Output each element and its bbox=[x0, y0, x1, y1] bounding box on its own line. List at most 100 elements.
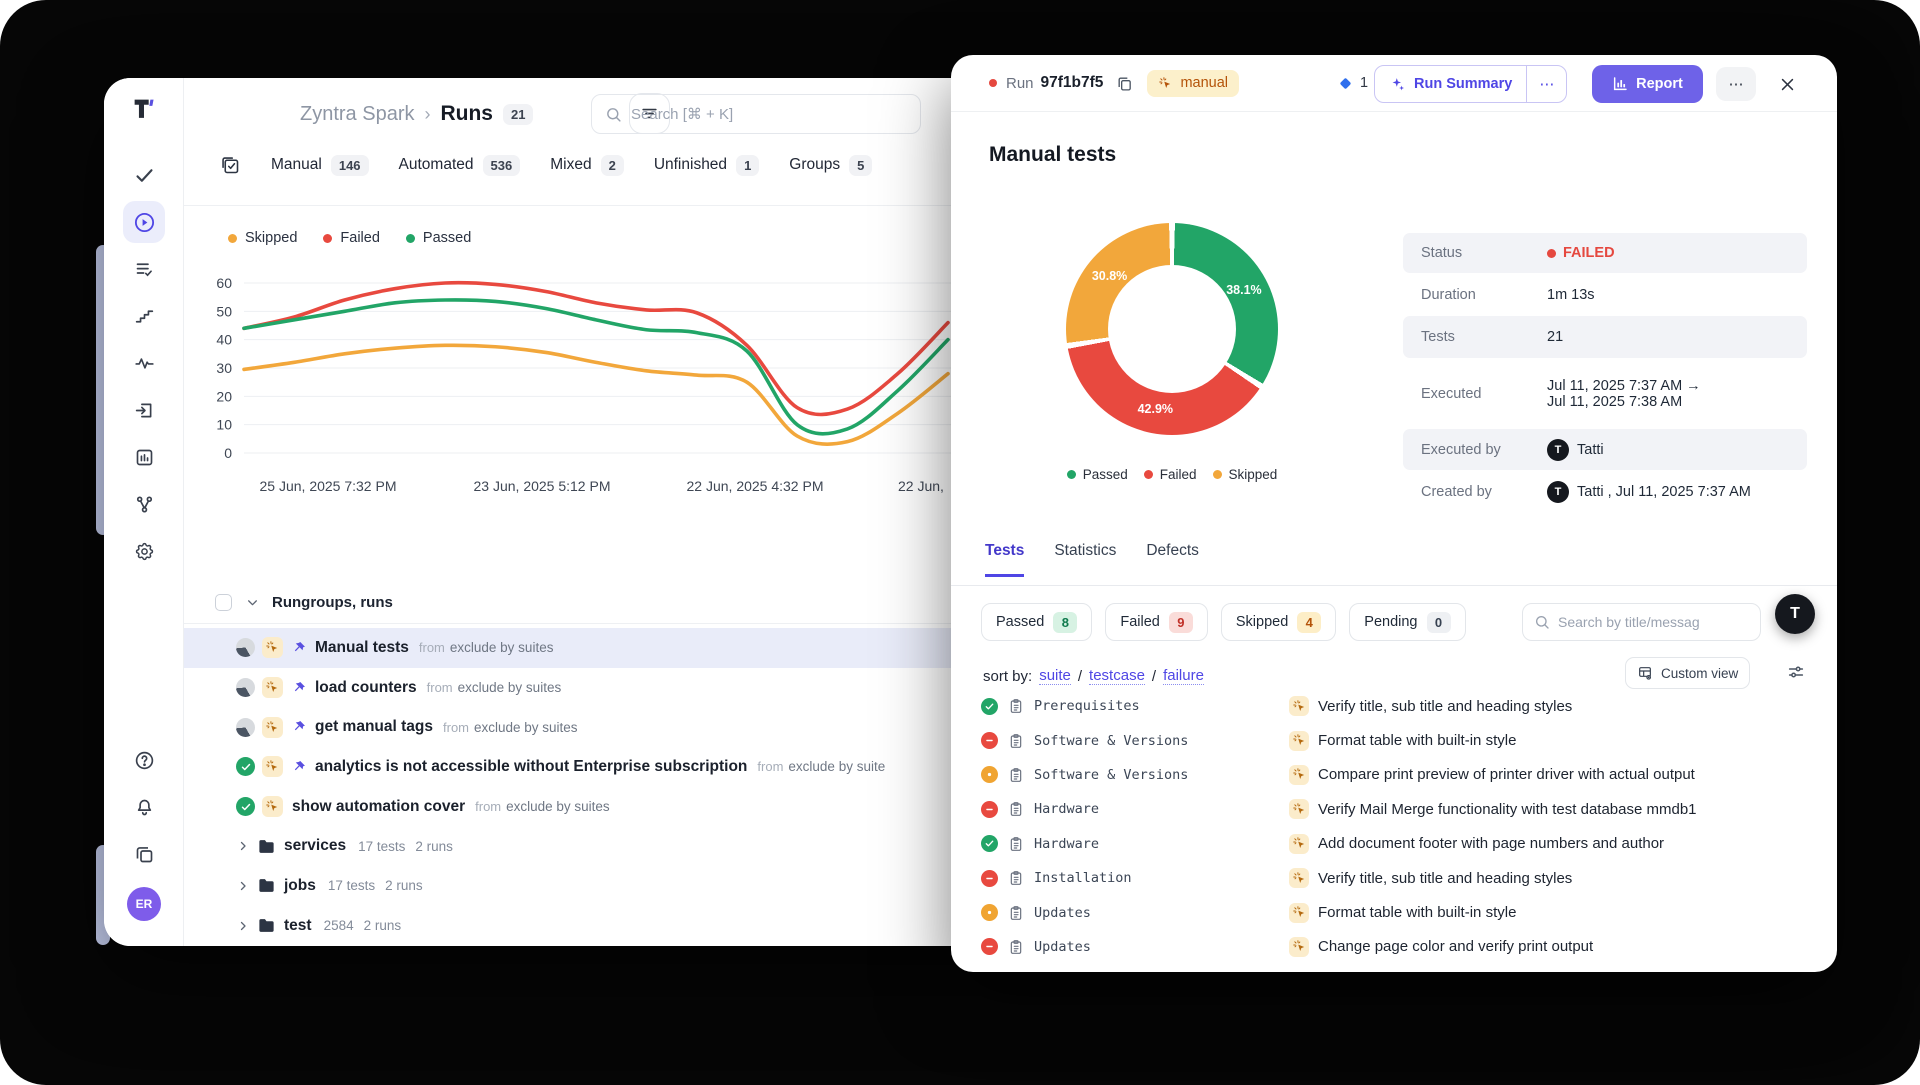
detail-value: Jul 11, 2025 7:37 AM →Jul 11, 2025 7:38 … bbox=[1547, 378, 1701, 410]
sidebar-item-settings[interactable] bbox=[130, 537, 158, 565]
test-suite-cell: Hardware bbox=[981, 801, 1289, 818]
help-icon[interactable] bbox=[130, 746, 158, 774]
test-title[interactable]: Compare print preview of printer driver … bbox=[1318, 766, 1695, 783]
test-suite-name: Software & Versions bbox=[1034, 733, 1188, 749]
run-type-tab[interactable]: Automated 536 bbox=[399, 155, 521, 176]
projects-copies-icon[interactable] bbox=[130, 840, 158, 868]
folder-name[interactable]: jobs bbox=[284, 877, 316, 895]
folder-name[interactable]: test bbox=[284, 917, 312, 935]
test-title[interactable]: Verify title, sub title and heading styl… bbox=[1318, 870, 1572, 887]
manual-test-icon bbox=[1289, 834, 1309, 854]
pin-icon[interactable] bbox=[292, 720, 306, 734]
custom-view-button[interactable]: Custom view bbox=[1625, 657, 1750, 689]
pin-icon[interactable] bbox=[292, 760, 306, 774]
run-status-icon bbox=[236, 718, 255, 737]
sidebar-item-test-plans[interactable] bbox=[130, 255, 158, 283]
svg-text:40: 40 bbox=[216, 332, 232, 348]
jira-issue-indicator[interactable]: 1 bbox=[1337, 75, 1368, 92]
run-label: Run bbox=[1006, 75, 1034, 92]
notifications-bell-icon[interactable] bbox=[130, 793, 158, 821]
sidebar-item-analytics[interactable] bbox=[130, 443, 158, 471]
test-row[interactable]: Updates Format table with built-in style bbox=[951, 895, 1837, 929]
test-title[interactable]: Change page color and verify print outpu… bbox=[1318, 938, 1593, 955]
tab-count-badge: 1 bbox=[736, 155, 759, 176]
breadcrumb-project[interactable]: Zyntra Spark bbox=[300, 103, 414, 126]
close-icon[interactable] bbox=[1775, 72, 1799, 96]
expand-chevron-icon[interactable] bbox=[237, 840, 249, 852]
runs-line-chart: 605040302010025 Jun, 2025 7:32 PM23 Jun,… bbox=[184, 208, 1064, 518]
sort-by-failure-link[interactable]: failure bbox=[1163, 667, 1204, 685]
expand-chevron-icon[interactable] bbox=[237, 920, 249, 932]
sort-by-suite-link[interactable]: suite bbox=[1039, 667, 1071, 685]
test-title[interactable]: Format table with built-in style bbox=[1318, 732, 1516, 749]
tests-search-input[interactable]: Search by title/messag bbox=[1522, 603, 1761, 641]
status-filter-button[interactable]: Failed 9 bbox=[1105, 603, 1208, 641]
copy-icon[interactable] bbox=[1116, 75, 1133, 92]
panel-more-button[interactable]: ⋯ bbox=[1716, 67, 1756, 101]
run-summary-more-button[interactable]: ⋯ bbox=[1526, 66, 1566, 102]
run-title[interactable]: Manual tests bbox=[315, 639, 409, 657]
select-all-checkbox[interactable] bbox=[215, 594, 232, 611]
status-filter-button[interactable]: Skipped 4 bbox=[1221, 603, 1336, 641]
panel-tab[interactable]: Defects bbox=[1146, 542, 1199, 577]
status-filter-button[interactable]: Pending 0 bbox=[1349, 603, 1465, 641]
jira-count: 1 bbox=[1360, 75, 1368, 91]
test-row[interactable]: Software & Versions Compare print previe… bbox=[951, 758, 1837, 792]
test-title[interactable]: Format table with built-in style bbox=[1318, 904, 1516, 921]
assistant-avatar-button[interactable]: T bbox=[1775, 594, 1815, 634]
run-status-icon bbox=[236, 678, 255, 697]
run-type-tab[interactable]: Mixed 2 bbox=[550, 155, 624, 176]
panel-tab[interactable]: Tests bbox=[985, 542, 1024, 577]
pin-icon[interactable] bbox=[292, 681, 306, 695]
test-title[interactable]: Add document footer with page numbers an… bbox=[1318, 835, 1664, 852]
test-title[interactable]: Verify Mail Merge functionality with tes… bbox=[1318, 801, 1697, 818]
sidebar-item-runs[interactable] bbox=[123, 201, 165, 243]
sidebar-item-pulse[interactable] bbox=[130, 349, 158, 377]
run-summary-button[interactable]: Run Summary bbox=[1375, 66, 1526, 102]
test-row[interactable]: Updates Change page color and verify pri… bbox=[951, 930, 1837, 964]
run-type-tab[interactable]: Unfinished 1 bbox=[654, 155, 759, 176]
collapse-chevron-icon[interactable] bbox=[246, 596, 259, 609]
run-type-tab[interactable]: Manual 146 bbox=[271, 155, 369, 176]
test-row[interactable]: Prerequisites Verify title, sub title an… bbox=[951, 689, 1837, 723]
sidebar-item-import[interactable] bbox=[130, 396, 158, 424]
app-logo-icon[interactable] bbox=[104, 94, 184, 124]
test-row[interactable]: Hardware Add document footer with page n… bbox=[951, 827, 1837, 861]
run-title[interactable]: load counters bbox=[315, 679, 417, 697]
test-title[interactable]: Verify title, sub title and heading styl… bbox=[1318, 698, 1572, 715]
run-title[interactable]: show automation cover bbox=[292, 798, 465, 816]
sidebar-item-steps[interactable] bbox=[130, 302, 158, 330]
panel-tab[interactable]: Statistics bbox=[1054, 542, 1116, 577]
sidebar-item-checks[interactable] bbox=[130, 161, 158, 189]
manual-run-icon bbox=[262, 717, 283, 738]
sidebar-item-branches[interactable] bbox=[130, 490, 158, 518]
report-button[interactable]: Report bbox=[1592, 65, 1703, 103]
user-avatar[interactable]: ER bbox=[127, 887, 161, 921]
test-status-icon bbox=[981, 904, 998, 921]
breadcrumb-separator: › bbox=[424, 104, 430, 125]
expand-chevron-icon[interactable] bbox=[237, 880, 249, 892]
legend-label: Passed bbox=[1083, 467, 1128, 482]
test-suite-name: Hardware bbox=[1034, 836, 1099, 852]
legend-label: Skipped bbox=[1229, 467, 1278, 482]
test-row[interactable]: Installation Verify title, sub title and… bbox=[951, 861, 1837, 895]
clipboard-icon bbox=[1008, 801, 1024, 817]
view-settings-icon[interactable] bbox=[1787, 663, 1805, 681]
run-title[interactable]: analytics is not accessible without Ente… bbox=[315, 758, 747, 776]
run-title[interactable]: get manual tags bbox=[315, 718, 433, 736]
search-input[interactable]: Search [⌘ + K] bbox=[591, 94, 921, 134]
folder-name[interactable]: services bbox=[284, 837, 346, 855]
status-filter-button[interactable]: Passed 8 bbox=[981, 603, 1092, 641]
status-filters: Passed 8 Failed 9 Skipped 4 Pending 0 bbox=[981, 603, 1466, 641]
pin-icon[interactable] bbox=[292, 641, 306, 655]
select-all-icon[interactable] bbox=[220, 155, 241, 176]
run-summary-split-button[interactable]: Run Summary ⋯ bbox=[1374, 65, 1567, 103]
test-row[interactable]: Software & Versions Format table with bu… bbox=[951, 723, 1837, 757]
run-type-tab[interactable]: Groups 5 bbox=[789, 155, 872, 176]
test-title-cell: Format table with built-in style bbox=[1289, 731, 1516, 751]
sort-row: sort by: suite / testcase / failure bbox=[983, 667, 1204, 685]
sort-by-testcase-link[interactable]: testcase bbox=[1089, 667, 1145, 685]
test-title-cell: Compare print preview of printer driver … bbox=[1289, 765, 1695, 785]
test-row[interactable]: Hardware Verify Mail Merge functionality… bbox=[951, 792, 1837, 826]
manual-test-icon bbox=[1289, 903, 1309, 923]
